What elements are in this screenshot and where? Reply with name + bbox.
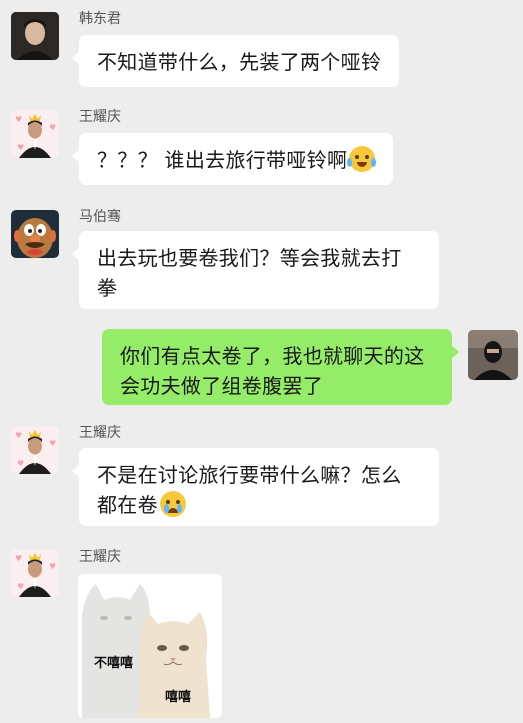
message-bubble-outgoing[interactable]: 你们有点太卷了，我也就聊天的这 会功夫做了组卷腹罢了 [102, 329, 459, 405]
message-bubble[interactable]: 不知道带什么，先装了两个哑铃 [71, 35, 400, 87]
avatar-handongjun[interactable] [11, 12, 59, 60]
message-text-line: 拳 [97, 276, 118, 300]
avatar-mabaiqian[interactable] [11, 210, 59, 258]
sticker-caption-right: 嘻嘻 [165, 690, 192, 705]
crying-emoji-icon [159, 491, 186, 517]
avatar-wangyaoqing[interactable]: ♥ ♥ ♥ [11, 549, 59, 597]
svg-text:♥: ♥ [49, 439, 56, 448]
message-text-line: 出去玩也要卷我们？等会我就去打 [97, 246, 402, 270]
svg-text:♥: ♥ [49, 562, 56, 571]
sender-name: 王耀庆 [79, 109, 121, 125]
potato-head-avatar-icon [11, 210, 59, 258]
avatar-me[interactable] [468, 330, 518, 380]
message-bubble[interactable]: 不是在讨论旅行要带什么嘛？怎么 都在卷 [72, 448, 439, 526]
avatar-wangyaoqing[interactable]: ♥ ♥ ♥ [11, 426, 59, 474]
man-with-crown-avatar-icon: ♥ ♥ ♥ [11, 426, 59, 474]
man-with-crown-avatar-icon: ♥ ♥ ♥ [11, 549, 59, 597]
message-text-line: 都在卷 [97, 493, 158, 517]
avatar-wangyaoqing[interactable]: ♥ ♥ ♥ [11, 110, 59, 158]
crying-laughing-emoji-icon [347, 146, 377, 172]
sender-name: 马伯骞 [79, 209, 121, 225]
message-text-line: 不是在讨论旅行要带什么嘛？怎么 [97, 463, 402, 487]
man-portrait-avatar-icon [11, 12, 59, 60]
man-with-crown-avatar-icon: ♥ ♥ ♥ [11, 110, 59, 158]
cat-sticker-image [78, 574, 222, 718]
message-text-line: 你们有点太卷了，我也就聊天的这 [120, 344, 425, 368]
message-bubble[interactable]: 出去玩也要卷我们？等会我就去打 拳 [72, 231, 439, 309]
sender-name: 王耀庆 [79, 549, 121, 565]
masked-person-avatar-icon [468, 330, 518, 380]
two-cats-sticker-icon[interactable]: 不嘻嘻 嘻嘻 [78, 574, 222, 718]
svg-text:♥: ♥ [17, 582, 24, 591]
message-bubble[interactable]: ？？？ 谁出去旅行带哑铃啊 [71, 133, 394, 185]
svg-text:♥: ♥ [15, 431, 22, 440]
svg-text:♥: ♥ [49, 123, 56, 132]
message-text-line: 会功夫做了组卷腹罢了 [120, 374, 323, 398]
sender-name: 王耀庆 [79, 425, 121, 441]
message-text: ？？？ 谁出去旅行带哑铃啊 [97, 148, 348, 172]
sender-name: 韩东君 [79, 11, 121, 27]
message-text: 不知道带什么，先装了两个哑铃 [97, 50, 382, 74]
svg-text:♥: ♥ [15, 115, 22, 124]
sticker-caption-left: 不嘻嘻 [94, 656, 134, 671]
svg-text:♥: ♥ [17, 143, 24, 152]
svg-text:♥: ♥ [17, 459, 24, 468]
svg-text:♥: ♥ [15, 554, 22, 563]
